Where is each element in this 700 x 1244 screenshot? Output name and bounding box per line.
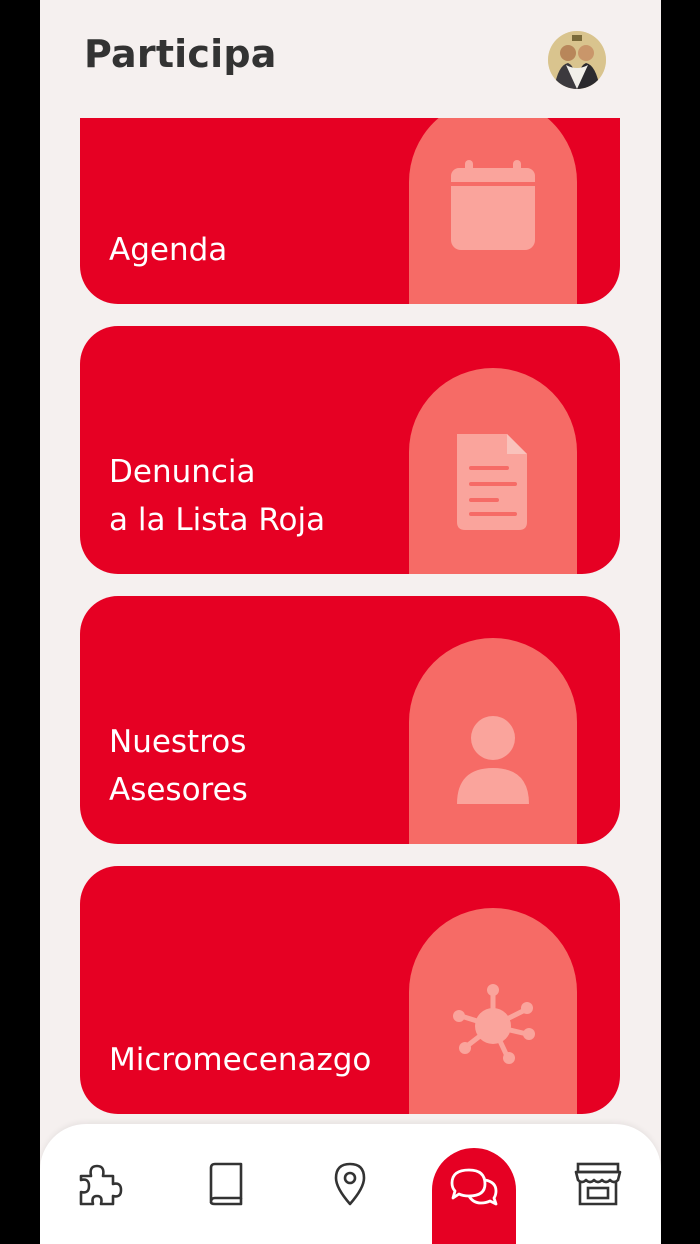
bottom-nav: [40, 1124, 661, 1244]
card-denuncia[interactable]: Denuncia a la Lista Roja: [80, 326, 620, 574]
card-asesores[interactable]: Nuestros Asesores: [80, 596, 620, 844]
card-label: Denuncia a la Lista Roja: [109, 454, 326, 538]
card-agenda[interactable]: Agenda: [80, 118, 620, 304]
card-micromecenazgo[interactable]: Micromecenazgo: [80, 866, 620, 1114]
location-pin-icon: [334, 1162, 366, 1206]
network-icon: [449, 970, 537, 1074]
book-icon: [209, 1162, 243, 1206]
nav-item-chat[interactable]: [430, 1124, 518, 1244]
card-label: Micromecenazgo: [109, 1042, 372, 1078]
nav-item-store[interactable]: [554, 1124, 642, 1244]
card-label: Agenda: [109, 232, 228, 268]
card-list: Agenda Denuncia a la Lista Roja Nuestros…: [80, 118, 620, 1118]
person-icon: [449, 700, 537, 804]
nav-item-book[interactable]: [181, 1124, 269, 1244]
avatar[interactable]: [548, 31, 606, 89]
puzzle-icon: [79, 1164, 123, 1206]
nav-item-location[interactable]: [306, 1124, 394, 1244]
card-label: Nuestros Asesores: [109, 724, 248, 808]
chat-bubbles-icon: [450, 1168, 498, 1206]
store-icon: [574, 1162, 622, 1206]
nav-item-puzzle[interactable]: [56, 1124, 144, 1244]
app-screen: Participa Agenda Denuncia a la Lista Roj…: [40, 0, 661, 1244]
page-title: Participa: [84, 32, 277, 76]
document-icon: [449, 430, 537, 534]
calendar-icon: [449, 160, 537, 264]
